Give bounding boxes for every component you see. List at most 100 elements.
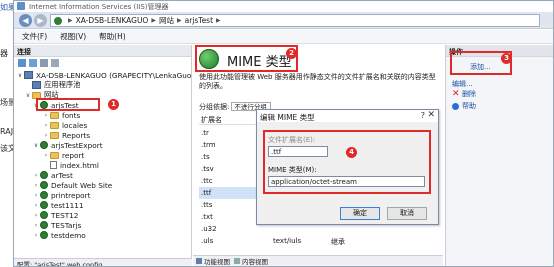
menu-view[interactable]: 视图(V) [60, 31, 86, 42]
forward-arrow-icon[interactable]: ▶ [34, 14, 47, 27]
ok-button[interactable]: 确定 [340, 207, 380, 220]
connections-pane: 连接 ∨ XA-DSB-LENKAGUO (GRAPECITY\LenkaGuo… [14, 45, 192, 266]
address-bar[interactable]: ▶ XA-DSB-LENKAGUO ▶ 网站 ▶ arjsTest ▶ [50, 14, 540, 27]
server-icon [24, 71, 33, 79]
save-icon[interactable] [29, 58, 37, 67]
tab-content-view[interactable]: 内容视图 [234, 256, 268, 266]
tree-node-printreport[interactable]: › printreport [32, 190, 91, 200]
breadcrumb-server[interactable]: XA-DSB-LENKAGUO [76, 16, 149, 25]
folder-icon [50, 151, 59, 159]
content-view-icon [234, 258, 240, 264]
dialog-close-icon[interactable]: ✕ [427, 110, 435, 120]
tree-label-indexhtml: index.html [60, 160, 99, 170]
connect-icon[interactable] [18, 58, 26, 67]
tree-node-indexhtml[interactable]: index.html [42, 160, 99, 170]
table-row[interactable]: .uls text/iuls 继承 [199, 235, 439, 247]
window-title: Internet Information Services (IIS)管理器 [29, 3, 169, 11]
tree-node-testarjs[interactable]: › TESTarjs [32, 220, 81, 230]
expand-icon[interactable]: › [32, 202, 40, 209]
app-pool-icon [32, 81, 41, 89]
annotation-badge-2: 2 [286, 48, 297, 59]
expand-icon[interactable]: › [32, 172, 40, 179]
tree-label-reports: Reports [62, 130, 90, 140]
site-globe-icon [40, 191, 48, 199]
annotation-badge-1: 1 [108, 99, 119, 110]
tree-node-fonts[interactable]: › fonts [42, 110, 81, 120]
action-help[interactable]: 帮助 [452, 101, 476, 111]
tree-label-apppools: 应用程序池 [44, 80, 81, 89]
tree-label-testdemo: testdemo [51, 230, 86, 240]
tree-label-arjstestexport: arjsTestExport [51, 140, 103, 150]
folder-icon [50, 121, 59, 129]
folder-icon [50, 111, 59, 119]
tree-node-test1111[interactable]: › test1111 [32, 200, 84, 210]
dialog-title: 编辑 MIME 类型 [257, 110, 438, 122]
expand-icon[interactable]: › [32, 192, 40, 199]
tree-label-report: report [62, 150, 85, 160]
collapse-icon[interactable]: ∨ [16, 72, 24, 79]
tree-label-printreport: printreport [51, 190, 91, 200]
group-by-label: 分组依据: [199, 102, 230, 111]
expand-icon[interactable]: › [32, 212, 40, 219]
collapse-icon[interactable]: ∨ [24, 92, 32, 99]
file-icon [50, 161, 57, 169]
breadcrumb-sites[interactable]: 网站 [159, 15, 174, 26]
expand-icon[interactable]: › [42, 122, 50, 129]
feature-description: 使用此功能管理被 Web 服务器用作静态文件的文件扩展名和关联的内容类型的列表。 [199, 73, 436, 90]
refresh-icon[interactable] [40, 58, 48, 67]
tree-label-testarjs: TESTarjs [51, 220, 82, 230]
annotation-badge-3: 3 [501, 53, 512, 64]
menu-help[interactable]: 帮助(H) [99, 31, 126, 42]
menu-file[interactable]: 文件(F) [22, 31, 47, 42]
annotation-box-1 [36, 98, 100, 111]
expand-icon[interactable]: › [42, 132, 50, 139]
menu-bar: 文件(F) 视图(V) 帮助(H) [14, 30, 553, 44]
connections-toolbar [14, 57, 191, 68]
annotation-box-2 [195, 45, 298, 72]
tree-node-apppools[interactable]: 应用程序池 [24, 80, 80, 90]
tree-node-default-web-site[interactable]: › Default Web Site [32, 180, 112, 190]
tree-label-locales: locales [62, 120, 88, 130]
dialog-help-icon[interactable]: ? [421, 111, 425, 120]
site-globe-icon [40, 181, 48, 189]
tree-node-arjstestexport[interactable]: ∨ arjsTestExport [32, 140, 103, 150]
breadcrumb-site[interactable]: arjsTest [185, 16, 213, 25]
site-globe-icon [40, 201, 48, 209]
address-toolbar: ◀ ▶ ▶ XA-DSB-LENKAGUO ▶ 网站 ▶ arjsTest ▶ [14, 12, 553, 29]
back-arrow-icon[interactable]: ◀ [19, 14, 32, 27]
expand-icon[interactable]: › [32, 232, 40, 239]
server-globe-icon [54, 16, 62, 25]
site-globe-icon [40, 171, 48, 179]
tree-label-fonts: fonts [62, 110, 81, 120]
tree-label-server: XA-DSB-LENKAGUO (GRAPECITY\LenkaGuo [36, 70, 192, 80]
expand-icon[interactable]: › [42, 112, 50, 119]
tree-label-artest: arTest [51, 170, 73, 180]
annotation-badge-4: 4 [346, 147, 357, 158]
tree-node-locales[interactable]: › locales [42, 120, 88, 130]
folder-icon [50, 131, 59, 139]
annotation-box-4 [263, 130, 431, 194]
tree-node-reports[interactable]: › Reports [42, 130, 90, 140]
tree-node-report[interactable]: › report [42, 150, 85, 160]
bg-text-1: 器 [0, 49, 8, 58]
tree-node-artest[interactable]: › arTest [32, 170, 73, 180]
action-delete[interactable]: ✕ 删除 [452, 89, 476, 99]
features-view-icon [196, 258, 202, 264]
tree-node-test12[interactable]: › TEST12 [32, 210, 79, 220]
cancel-button[interactable]: 取消 [387, 207, 427, 220]
column-header-extension[interactable]: 扩展名 [201, 115, 222, 125]
tree-node-testdemo[interactable]: › testdemo [32, 230, 86, 240]
tree-node-server[interactable]: ∨ XA-DSB-LENKAGUO (GRAPECITY\LenkaGuo [16, 70, 192, 80]
delete-x-icon: ✕ [452, 88, 460, 99]
action-edit[interactable]: 编辑... [452, 79, 473, 89]
disconnect-icon[interactable] [51, 58, 59, 67]
tree-label-test12: TEST12 [51, 210, 79, 220]
expand-icon[interactable]: › [42, 152, 50, 159]
expand-icon[interactable]: › [32, 182, 40, 189]
site-globe-icon [40, 141, 48, 149]
edit-mime-dialog: 编辑 MIME 类型 ? ✕ 文件扩展名(E): .ttf MIME 类型(M)… [256, 109, 439, 225]
site-globe-icon [40, 211, 48, 219]
collapse-icon[interactable]: ∨ [32, 142, 40, 149]
tab-features-view[interactable]: 功能视图 [196, 256, 230, 266]
expand-icon[interactable]: › [32, 222, 40, 229]
